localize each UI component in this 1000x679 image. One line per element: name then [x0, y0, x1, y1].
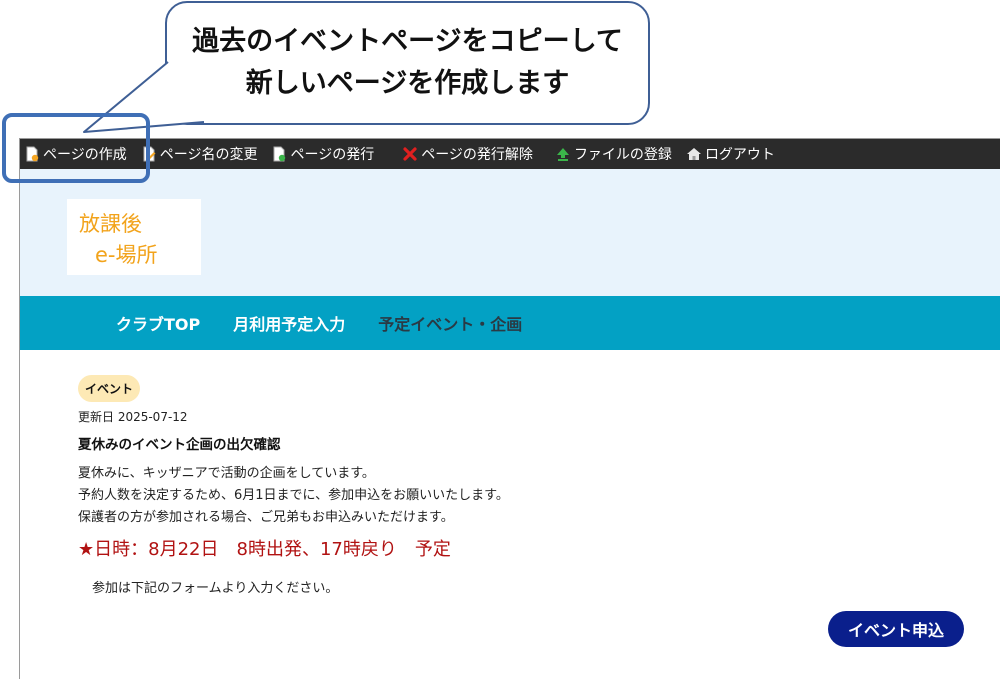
form-note: 参加は下記のフォームより入力ください。 — [92, 581, 339, 596]
unpublish-page-button[interactable]: ページの発行解除 — [402, 144, 533, 164]
upload-file-label: ファイルの登録 — [573, 147, 672, 163]
category-badge: イベント — [78, 375, 141, 402]
page-publish-icon — [273, 146, 286, 162]
header-banner: 放課後 e-場所 — [20, 169, 1000, 296]
updated-date: 更新日 2025-07-12 — [78, 410, 188, 424]
logo-graphic: 放課後 e-場所 — [79, 212, 158, 267]
article-body: 夏休みに、キッザニアで活動の企画をしています。 予約人数を決定するため、6月1日… — [78, 463, 978, 529]
admin-toolbar: ページの作成 ページ名の変更 ページの発行 ページの発行解除 ファイルの登録 ロ… — [20, 139, 1000, 169]
event-apply-button[interactable]: イベント申込 — [828, 611, 964, 647]
instruction-callout: 過去のイベントページをコピーして 新しいページを作成します — [165, 1, 650, 125]
create-page-highlight — [2, 113, 150, 183]
article: イベント 更新日 2025-07-12 夏休みのイベント企画の出欠確認 夏休みに… — [78, 375, 978, 596]
rename-page-button[interactable]: ページ名の変更 — [141, 144, 258, 164]
site-logo[interactable]: 放課後 e-場所 — [67, 199, 201, 275]
body-line-3: 保護者の方が参加される場合、ご兄弟もお申込みいただけます。 — [78, 510, 454, 525]
callout-line-2: 新しいページを作成します — [245, 68, 570, 99]
logout-button[interactable]: ログアウト — [686, 144, 775, 164]
red-x-icon — [403, 147, 417, 161]
nav-monthly-schedule[interactable]: 月利用予定入力 — [233, 311, 345, 335]
article-title: 夏休みのイベント企画の出欠確認 — [78, 437, 281, 453]
logo-line-2: e-場所 — [95, 243, 158, 267]
callout-line-1: 過去のイベントページをコピーして — [192, 26, 623, 57]
logo-line-1: 放課後 — [79, 212, 142, 236]
upload-arrow-icon — [556, 148, 569, 161]
publish-page-button[interactable]: ページの発行 — [271, 144, 374, 164]
browser-page: ページの作成 ページ名の変更 ページの発行 ページの発行解除 ファイルの登録 ロ… — [19, 138, 1000, 679]
main-nav: クラブTOP 月利用予定入力 予定イベント・企画 — [20, 296, 1000, 350]
body-line-2: 予約人数を決定するため、6月1日までに、参加申込をお願いいたします。 — [78, 488, 509, 503]
unpublish-page-label: ページの発行解除 — [421, 147, 533, 163]
logout-label: ログアウト — [704, 147, 775, 163]
publish-page-label: ページの発行 — [290, 147, 375, 163]
rename-page-label: ページ名の変更 — [159, 147, 258, 163]
event-datetime: ★日時：8月22日 8時出発、17時戻り 予定 — [78, 539, 451, 560]
home-icon — [686, 148, 701, 160]
nav-club-top[interactable]: クラブTOP — [116, 311, 200, 335]
body-line-1: 夏休みに、キッザニアで活動の企画をしています。 — [78, 466, 375, 481]
upload-file-button[interactable]: ファイルの登録 — [555, 144, 672, 164]
nav-scheduled-events[interactable]: 予定イベント・企画 — [378, 311, 522, 335]
